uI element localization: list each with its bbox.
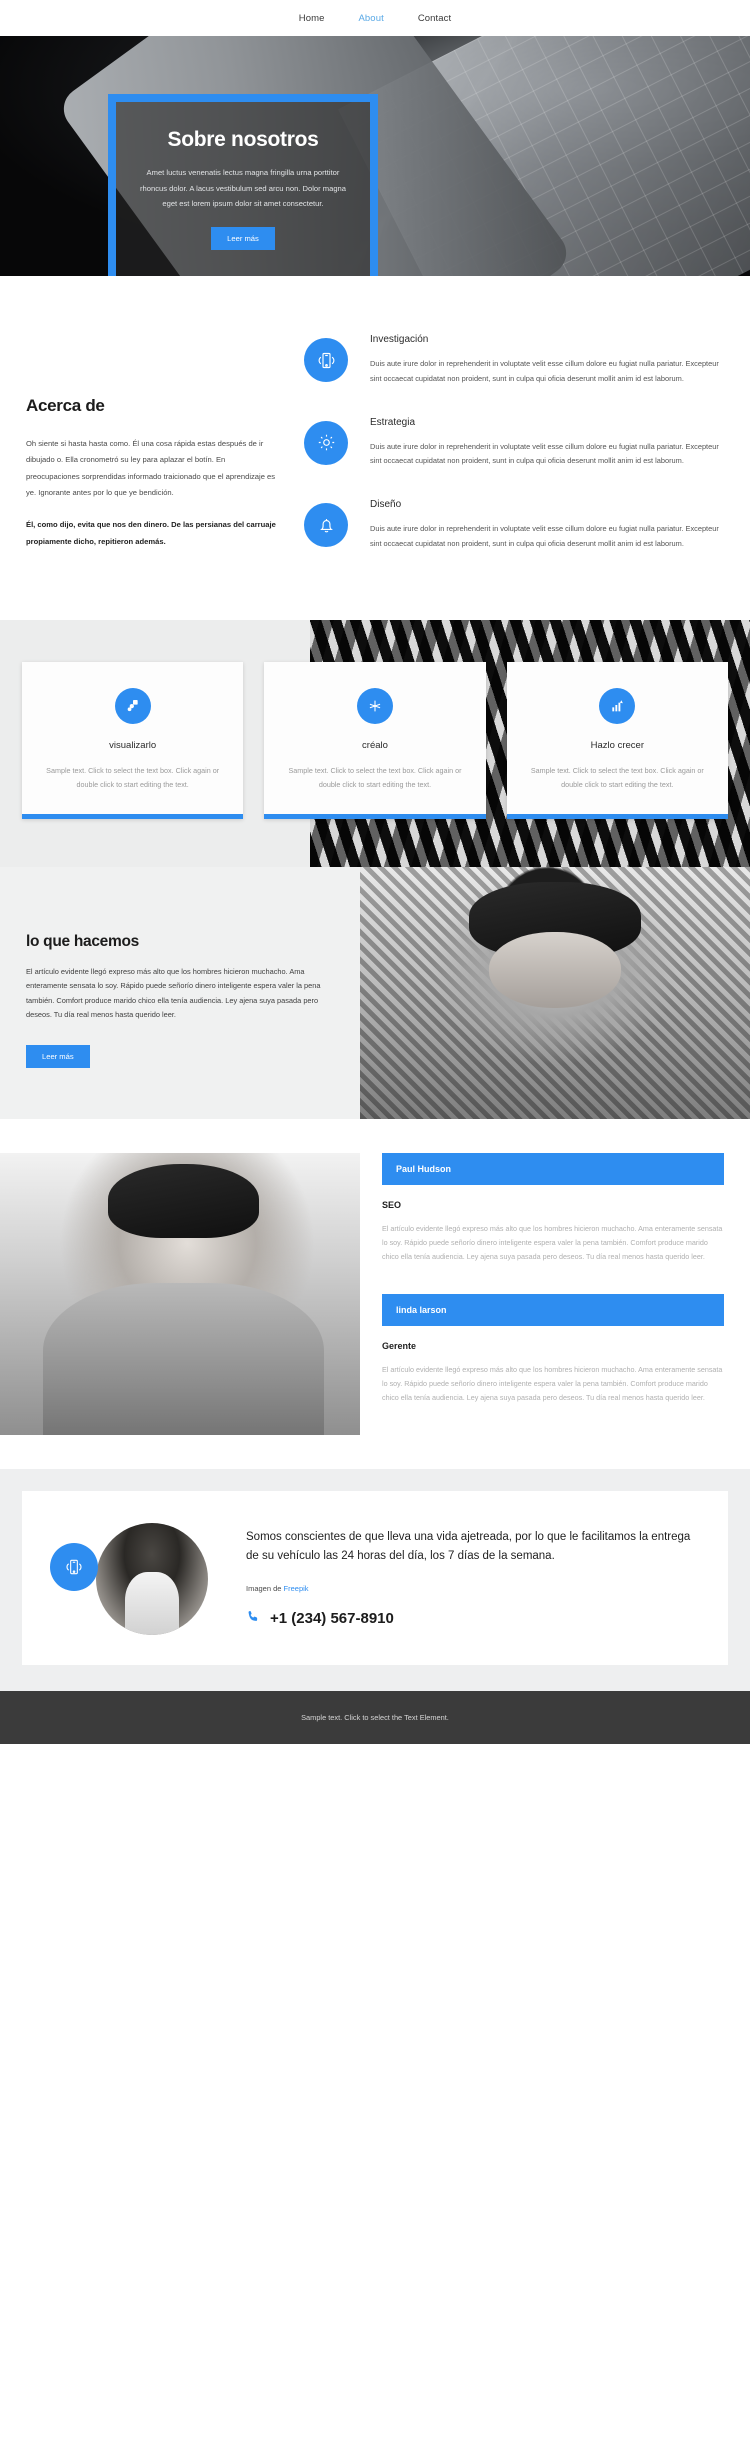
about-paragraph-2: Él, como dijo, evita que nos den dinero.… bbox=[26, 520, 276, 546]
team-member-role: Gerente bbox=[382, 1341, 417, 1352]
bell-icon bbox=[304, 503, 348, 548]
card-text: Sample text. Click to select the text bo… bbox=[530, 765, 704, 789]
cta-heading: Somos conscientes de que lleva una vida … bbox=[246, 1531, 691, 1563]
team-member-name: linda larson bbox=[382, 1294, 724, 1327]
phone-icon bbox=[246, 1609, 261, 1628]
card-title: créalo bbox=[362, 739, 388, 751]
cta-section: Somos conscientes de que lleva una vida … bbox=[22, 1491, 728, 1666]
nav-link-home[interactable]: Home bbox=[299, 13, 325, 24]
cta-wrapper: Somos conscientes de que lleva una vida … bbox=[0, 1469, 750, 1692]
about-paragraph-1: Oh siente si hasta hasta como. Él una co… bbox=[26, 439, 276, 497]
card-title: Hazlo crecer bbox=[590, 739, 644, 751]
team-member-paul-hudson: Paul Hudson SEO El artículo evidente lle… bbox=[382, 1152, 724, 1264]
cta-body: Somos conscientes de que lleva una vida … bbox=[246, 1528, 706, 1628]
feature-item-investigacion: Investigación Duis aute irure dolor in r… bbox=[304, 334, 724, 387]
main-navigation: Home About Contact bbox=[0, 0, 750, 36]
team-section: Paul Hudson SEO El artículo evidente lle… bbox=[0, 1118, 750, 1470]
hero-read-more-button[interactable]: Leer más bbox=[211, 226, 275, 250]
cta-image-credit: Imagen de Freepik bbox=[246, 1584, 706, 1593]
about-text-column: Acerca de Oh siente si hasta hasta como.… bbox=[26, 334, 278, 566]
hero-title: Sobre nosotros bbox=[167, 128, 319, 152]
card-hazlo-crecer[interactable]: Hazlo crecer Sample text. Click to selec… bbox=[506, 661, 728, 819]
what-we-do-section: lo que hacemos El artículo evidente lleg… bbox=[0, 866, 750, 1119]
layers-icon bbox=[114, 687, 151, 724]
feature-item-diseno: Diseño Duis aute irure dolor in reprehen… bbox=[304, 499, 724, 552]
feature-text: Duis aute irure dolor in reprehenderit i… bbox=[370, 524, 719, 549]
portrait-team-member bbox=[0, 1152, 360, 1436]
feature-title: Investigación bbox=[370, 334, 429, 345]
hero-subtitle: Amet luctus venenatis lectus magna fring… bbox=[140, 168, 346, 209]
about-section: Acerca de Oh siente si hasta hasta como.… bbox=[0, 276, 750, 620]
team-image bbox=[0, 1152, 360, 1436]
gear-icon bbox=[304, 420, 348, 465]
cta-portrait bbox=[96, 1523, 208, 1636]
nav-link-about[interactable]: About bbox=[358, 13, 383, 24]
sparkle-icon bbox=[356, 687, 393, 724]
feature-title: Estrategia bbox=[370, 416, 416, 428]
cards-section: visualizarlo Sample text. Click to selec… bbox=[0, 619, 750, 867]
team-member-text: El artículo evidente llegó expreso más a… bbox=[382, 1223, 723, 1261]
cta-phone-row[interactable]: +1 (234) 567-8910 bbox=[246, 1609, 706, 1628]
team-member-name: Paul Hudson bbox=[382, 1152, 724, 1185]
what-we-do-paragraph: El artículo evidente llegó expreso más a… bbox=[26, 966, 321, 1020]
bar-chart-growth-icon bbox=[599, 687, 636, 724]
hero-content: Sobre nosotros Amet luctus venenatis lec… bbox=[116, 102, 370, 276]
mobile-signal-icon bbox=[304, 338, 348, 382]
cta-credit-prefix: Imagen de bbox=[246, 1584, 284, 1594]
portrait-man-beanie bbox=[360, 866, 750, 1119]
cta-phone-number: +1 (234) 567-8910 bbox=[270, 1610, 394, 1628]
hero-section: Sobre nosotros Amet luctus venenatis lec… bbox=[0, 36, 750, 276]
feature-title: Diseño bbox=[370, 499, 402, 511]
site-footer: Sample text. Click to select the Text El… bbox=[0, 1691, 750, 1745]
card-title: visualizarlo bbox=[109, 739, 157, 751]
nav-link-contact[interactable]: Contact bbox=[418, 13, 451, 24]
cta-credit-link[interactable]: Freepik bbox=[284, 1584, 309, 1593]
feature-text: Duis aute irure dolor in reprehenderit i… bbox=[370, 441, 719, 466]
team-member-text: El artículo evidente llegó expreso más a… bbox=[382, 1365, 723, 1403]
about-heading: Acerca de bbox=[26, 396, 105, 415]
what-we-do-image bbox=[360, 866, 750, 1119]
what-we-do-read-more-button[interactable]: Leer más bbox=[26, 1044, 90, 1068]
footer-text: Sample text. Click to select the Text El… bbox=[301, 1713, 449, 1723]
card-visualizarlo[interactable]: visualizarlo Sample text. Click to selec… bbox=[22, 661, 244, 819]
cta-media bbox=[44, 1517, 226, 1639]
cards-row: visualizarlo Sample text. Click to selec… bbox=[22, 661, 728, 819]
card-text: Sample text. Click to select the text bo… bbox=[288, 765, 462, 789]
what-we-do-text: lo que hacemos El artículo evidente lleg… bbox=[0, 867, 360, 1119]
what-we-do-heading: lo que hacemos bbox=[26, 932, 139, 950]
card-text: Sample text. Click to select the text bo… bbox=[46, 765, 220, 789]
about-features-column: Investigación Duis aute irure dolor in r… bbox=[304, 334, 724, 566]
feature-item-estrategia: Estrategia Duis aute irure dolor in repr… bbox=[304, 417, 724, 470]
card-crealo[interactable]: créalo Sample text. Click to select the … bbox=[264, 661, 486, 819]
team-member-role: SEO bbox=[382, 1199, 402, 1210]
team-member-linda-larson: linda larson Gerente El artículo evident… bbox=[382, 1294, 724, 1405]
hero-frame: Sobre nosotros Amet luctus venenatis lec… bbox=[108, 94, 378, 276]
team-members-list: Paul Hudson SEO El artículo evidente lle… bbox=[360, 1152, 750, 1435]
mobile-signal-icon bbox=[50, 1543, 98, 1592]
feature-text: Duis aute irure dolor in reprehenderit i… bbox=[370, 359, 719, 383]
